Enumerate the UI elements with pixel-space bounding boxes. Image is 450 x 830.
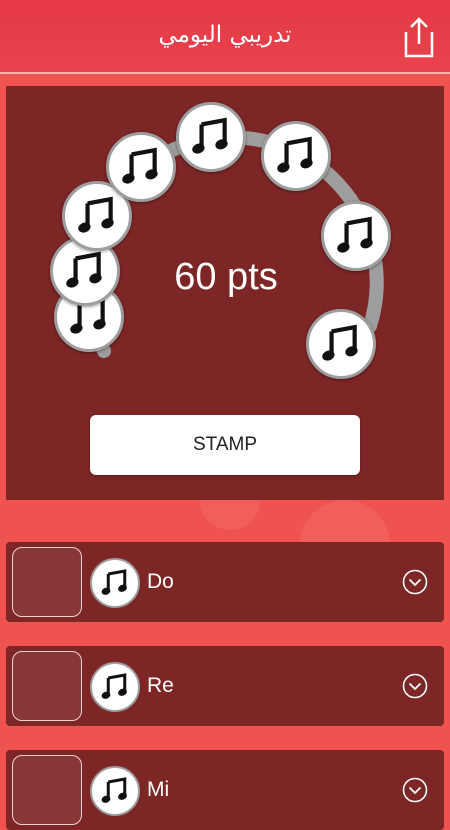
list-item[interactable]: Mi — [6, 750, 444, 830]
music-note-icon — [90, 662, 140, 712]
points-display: 60 pts — [174, 256, 278, 298]
page-title: تدريبي اليومي — [158, 22, 292, 48]
note-label: Mi — [147, 778, 170, 801]
stamp-slot — [12, 651, 82, 721]
chevron-down-icon[interactable] — [402, 673, 428, 699]
music-note-icon — [176, 102, 246, 172]
music-note-icon — [321, 201, 391, 271]
stamp-button[interactable]: STAMP — [90, 415, 360, 475]
stamp-slot — [12, 755, 82, 825]
chevron-down-icon[interactable] — [402, 569, 428, 595]
note-label: Re — [147, 674, 174, 697]
list-item[interactable]: Re — [6, 646, 444, 726]
progress-panel: 60 pts STAMP — [6, 86, 444, 500]
list-item[interactable]: Do — [6, 542, 444, 622]
music-note-icon — [90, 558, 140, 608]
chevron-down-icon[interactable] — [402, 777, 428, 803]
share-icon[interactable] — [402, 16, 436, 58]
music-note-icon — [90, 766, 140, 816]
music-note-icon — [106, 132, 176, 202]
note-label: Do — [147, 570, 174, 593]
stamp-slot — [12, 547, 82, 617]
music-note-icon — [306, 309, 376, 379]
music-note-icon — [261, 121, 331, 191]
app-header: تدريبي اليومي — [0, 0, 450, 74]
